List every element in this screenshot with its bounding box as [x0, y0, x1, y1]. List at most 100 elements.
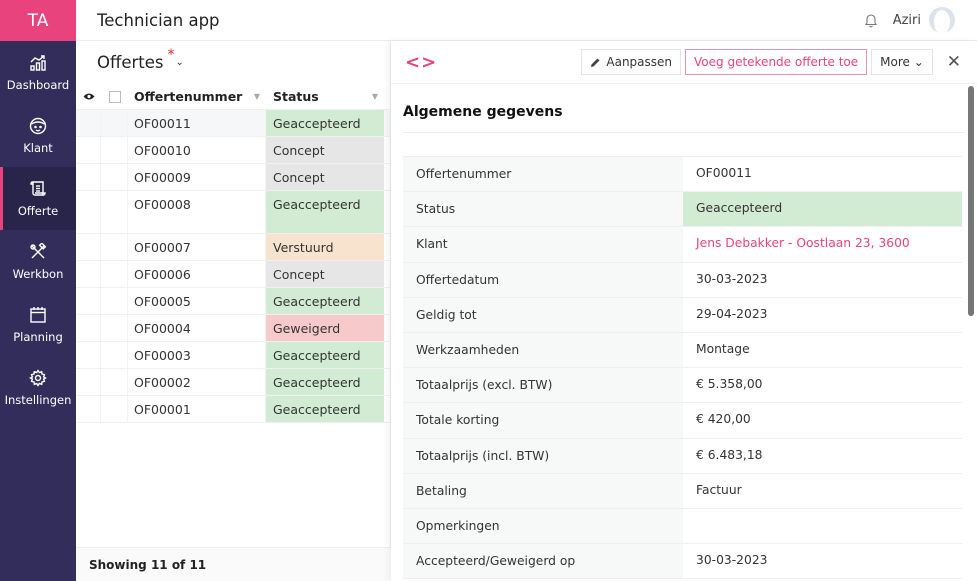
row-checkbox-cell[interactable]: [101, 164, 128, 190]
sidebar-item-dashboard[interactable]: Dashboard: [0, 41, 76, 104]
detail-label: Accepteerd/Geweigerd op: [403, 544, 683, 579]
offertenummer-cell: OF00008: [128, 191, 266, 233]
close-icon[interactable]: ✕: [947, 52, 961, 72]
table-row[interactable]: OF00006 Concept: [76, 261, 390, 288]
detail-row: Accepteerd/Geweigerd op 30-03-2023: [403, 544, 962, 580]
code-nav-icon[interactable]: <>: [405, 52, 437, 73]
detail-value: 30-03-2023: [696, 271, 768, 286]
offertes-list: Offertes * ⌄ Offertenummer ▼ Status ▼ OF…: [76, 41, 391, 581]
table-row[interactable]: OF00010 Concept: [76, 137, 390, 164]
list-title-dropdown[interactable]: Offertes * ⌄: [76, 41, 390, 84]
detail-value: € 420,00: [696, 412, 751, 427]
row-checkbox-cell[interactable]: [101, 315, 128, 341]
chevron-down-icon: ⌄: [175, 57, 184, 68]
offertenummer-cell: OF00007: [128, 234, 266, 260]
edit-button[interactable]: Aanpassen: [581, 49, 682, 75]
table-row[interactable]: OF00009 Concept: [76, 164, 390, 191]
bell-icon[interactable]: [863, 12, 879, 28]
eye-icon[interactable]: [76, 92, 101, 101]
row-checkbox-cell[interactable]: [101, 288, 128, 314]
row-checkbox-cell[interactable]: [101, 191, 128, 233]
username[interactable]: Aziri: [893, 13, 921, 28]
table-row[interactable]: OF00001 Geaccepteerd: [76, 396, 390, 423]
detail-row: Totaalprijs (incl. BTW) € 6.483,18: [403, 438, 962, 474]
sidebar-item-werkbon[interactable]: Werkbon: [0, 230, 76, 293]
table-row[interactable]: OF00002 Geaccepteerd: [76, 369, 390, 396]
face-icon: [29, 117, 47, 134]
status-badge: Concept: [266, 137, 384, 163]
row-checkbox-cell[interactable]: [101, 234, 128, 260]
scrollbar[interactable]: [968, 86, 974, 316]
status-badge: Verstuurd: [266, 234, 384, 260]
detail-value: [683, 509, 962, 543]
scroll-icon: [30, 180, 46, 196]
status-badge: Geaccepteerd: [266, 342, 384, 368]
offertenummer-cell: OF00004: [128, 315, 266, 341]
sidebar-item-offerte[interactable]: Offerte: [0, 167, 76, 230]
row-eye-cell: [76, 137, 101, 163]
sort-caret-icon[interactable]: ▼: [254, 92, 260, 101]
sidebar-item-planning[interactable]: Planning: [0, 293, 76, 356]
more-button[interactable]: More ⌄: [871, 49, 933, 75]
detail-panel: <> Aanpassen Voeg getekende offerte toe …: [391, 41, 977, 581]
table-row[interactable]: OF00008 Geaccepteerd: [76, 191, 390, 234]
detail-row: Klant Jens Debakker - Oostlaan 23, 3600: [403, 227, 962, 263]
table-row[interactable]: OF00005 Geaccepteerd: [76, 288, 390, 315]
list-footer: Showing 11 of 11: [76, 547, 391, 581]
detail-label: Opmerkingen: [403, 508, 683, 544]
row-eye-cell: [76, 396, 101, 422]
table-row[interactable]: OF00004 Geweigerd: [76, 315, 390, 342]
sidebar-item-label: Instellingen: [4, 392, 72, 407]
row-eye-cell: [76, 342, 101, 368]
detail-label: Totaalprijs (excl. BTW): [403, 368, 683, 403]
top-bar: Technician app Aziri: [76, 0, 977, 41]
sidebar-item-label: Dashboard: [6, 77, 70, 92]
detail-label: Geldig tot: [403, 297, 683, 332]
column-header-status[interactable]: Status ▼: [266, 89, 384, 104]
detail-row: Status Geaccepteerd: [403, 192, 962, 228]
detail-value: € 5.358,00: [696, 377, 763, 392]
app-logo[interactable]: TA: [0, 0, 76, 41]
table-row[interactable]: OF00007 Verstuurd: [76, 234, 390, 261]
row-checkbox-cell[interactable]: [101, 342, 128, 368]
sidebar-item-instellingen[interactable]: Instellingen: [0, 356, 76, 419]
calendar-icon: [30, 306, 46, 323]
table-row[interactable]: OF00003 Geaccepteerd: [76, 342, 390, 369]
detail-row: Totaalprijs (excl. BTW) € 5.358,00: [403, 368, 962, 404]
detail-label: Werkzaamheden: [403, 332, 683, 368]
row-checkbox-cell[interactable]: [101, 137, 128, 163]
avatar[interactable]: [929, 7, 955, 33]
detail-label: Klant: [403, 227, 683, 262]
gear-icon: [29, 368, 47, 387]
sort-caret-icon[interactable]: ▼: [372, 92, 378, 101]
offertenummer-cell: OF00009: [128, 164, 266, 190]
tools-icon: [30, 242, 47, 258]
row-checkbox-cell[interactable]: [101, 261, 128, 287]
grid-header: Offertenummer ▼ Status ▼: [76, 84, 390, 110]
add-signed-offerte-button[interactable]: Voeg getekende offerte toe: [685, 49, 868, 75]
status-badge: Geaccepteerd: [266, 191, 384, 233]
sidebar-item-klant[interactable]: Klant: [0, 104, 76, 167]
list-title: Offertes: [97, 53, 164, 72]
row-checkbox-cell[interactable]: [101, 396, 128, 422]
offertenummer-cell: OF00003: [128, 342, 266, 368]
column-header-offertenummer[interactable]: Offertenummer ▼: [128, 89, 266, 104]
select-all-checkbox[interactable]: [108, 90, 121, 103]
row-eye-cell: [76, 288, 101, 314]
sidebar: TA Dashboard Klant Offerte Werkbon Plann…: [0, 0, 76, 581]
status-badge: Geaccepteerd: [266, 288, 384, 314]
row-checkbox-cell[interactable]: [101, 110, 128, 136]
edit-button-label: Aanpassen: [606, 55, 673, 69]
sidebar-item-label: Planning: [13, 329, 63, 344]
row-checkbox-cell[interactable]: [101, 369, 128, 395]
detail-label: Status: [403, 192, 683, 227]
detail-value: 30-03-2023: [696, 553, 768, 568]
column-header-label: Offertenummer: [134, 89, 243, 104]
detail-label: Totale korting: [403, 403, 683, 438]
required-marker: *: [167, 46, 175, 63]
offertenummer-cell: OF00010: [128, 137, 266, 163]
klant-link[interactable]: Jens Debakker - Oostlaan 23, 3600: [683, 227, 962, 261]
detail-row: Werkzaamheden Montage: [403, 332, 962, 369]
table-row[interactable]: OF00011 Geaccepteerd: [76, 110, 390, 137]
status-badge: Geaccepteerd: [266, 369, 384, 395]
